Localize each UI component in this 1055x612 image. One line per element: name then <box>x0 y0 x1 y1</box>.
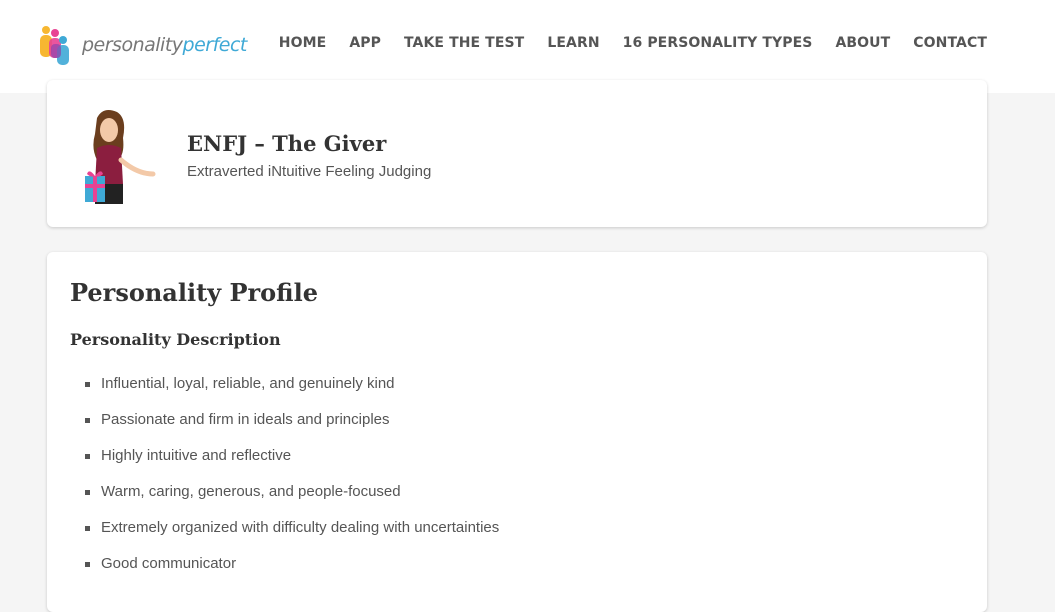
logo-icon <box>38 24 72 66</box>
nav-contact[interactable]: CONTACT <box>913 35 987 51</box>
bullet-icon <box>85 490 90 495</box>
list-item: Warm, caring, generous, and people-focus… <box>85 480 499 516</box>
type-card: ENFJ – The Giver Extraverted iNtuitive F… <box>47 80 987 227</box>
list-item: Extremely organized with difficulty deal… <box>85 516 499 552</box>
nav-learn[interactable]: LEARN <box>547 35 599 51</box>
list-item: Good communicator <box>85 552 499 588</box>
list-item-text: Extremely organized with difficulty deal… <box>101 519 500 536</box>
nav-home[interactable]: HOME <box>279 35 327 51</box>
site-logo[interactable]: personalityperfect <box>38 24 247 66</box>
nav-16-personality-types[interactable]: 16 PERSONALITY TYPES <box>623 35 813 51</box>
list-item: Highly intuitive and reflective <box>85 444 499 480</box>
list-item-text: Warm, caring, generous, and people-focus… <box>101 483 401 500</box>
logo-text-accent: perfect <box>182 34 248 56</box>
bullet-icon <box>85 562 90 567</box>
list-item-text: Influential, loyal, reliable, and genuin… <box>101 375 395 392</box>
bullet-icon <box>85 418 90 423</box>
list-item: Influential, loyal, reliable, and genuin… <box>85 372 499 408</box>
main-nav: HOME APP TAKE THE TEST LEARN 16 PERSONAL… <box>256 35 987 51</box>
bullet-icon <box>85 454 90 459</box>
bullet-icon <box>85 382 90 387</box>
list-item-text: Good communicator <box>101 555 237 572</box>
bullet-icon <box>85 526 90 531</box>
description-list: Influential, loyal, reliable, and genuin… <box>85 372 499 588</box>
list-item-text: Highly intuitive and reflective <box>101 447 292 464</box>
nav-app[interactable]: APP <box>349 35 381 51</box>
nav-take-the-test[interactable]: TAKE THE TEST <box>404 35 524 51</box>
type-subtitle: Extraverted iNtuitive Feeling Judging <box>187 163 432 180</box>
type-title: ENFJ – The Giver <box>187 131 387 156</box>
description-heading: Personality Description <box>70 330 281 349</box>
profile-card: Personality Profile Personality Descript… <box>47 252 987 612</box>
logo-text-part: personality <box>82 34 183 56</box>
logo-text: personalityperfect <box>82 34 247 56</box>
list-item: Passionate and firm in ideals and princi… <box>85 408 499 444</box>
list-item-text: Passionate and firm in ideals and princi… <box>101 411 390 428</box>
avatar <box>83 108 163 206</box>
profile-heading: Personality Profile <box>70 278 318 307</box>
nav-about[interactable]: ABOUT <box>835 35 890 51</box>
